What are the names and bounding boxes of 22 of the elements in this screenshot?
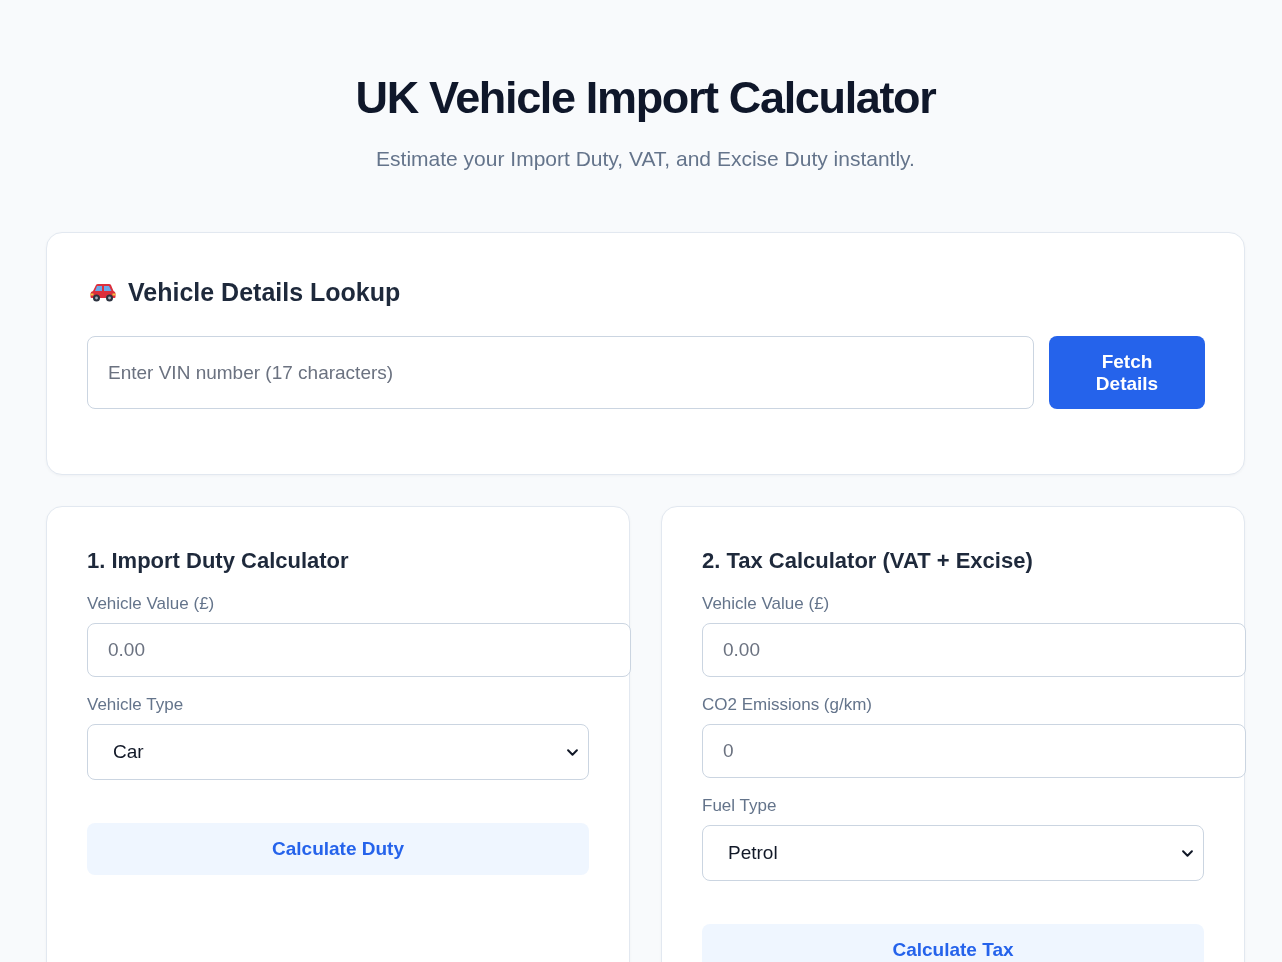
car-icon <box>90 282 116 302</box>
number-input[interactable]: 0.00 <box>87 623 631 677</box>
fetch-details-button[interactable]: Fetch Details <box>1049 336 1205 409</box>
section-heading: Vehicle Details Lookup <box>128 277 401 308</box>
page-subtitle: Estimate your Import Duty, VAT, and Excise Duty instantly. <box>376 146 915 172</box>
field-label: CO2 Emissions (g/km) <box>702 694 873 716</box>
field-label: Vehicle Type <box>87 694 184 716</box>
dropdown-select[interactable]: Car <box>87 724 589 780</box>
field-label: Fuel Type <box>702 795 777 817</box>
dropdown-select[interactable]: Petrol <box>702 825 1204 881</box>
calculate-button[interactable]: Calculate Tax <box>702 924 1204 962</box>
number-input[interactable]: 0 <box>702 724 1246 778</box>
card-heading: 1. Import Duty Calculator <box>87 547 349 575</box>
field-label: Vehicle Value (£) <box>702 593 830 615</box>
chevron-down-icon <box>1182 849 1193 857</box>
chevron-down-icon <box>567 748 578 756</box>
page-title: UK Vehicle Import Calculator <box>355 71 936 125</box>
vin-input[interactable]: Enter VIN number (17 characters) <box>87 336 1034 409</box>
card-heading: 2. Tax Calculator (VAT + Excise) <box>702 547 1033 575</box>
number-input[interactable]: 0.00 <box>702 623 1246 677</box>
field-label: Vehicle Value (£) <box>87 593 215 615</box>
calculate-button[interactable]: Calculate Duty <box>87 823 589 875</box>
